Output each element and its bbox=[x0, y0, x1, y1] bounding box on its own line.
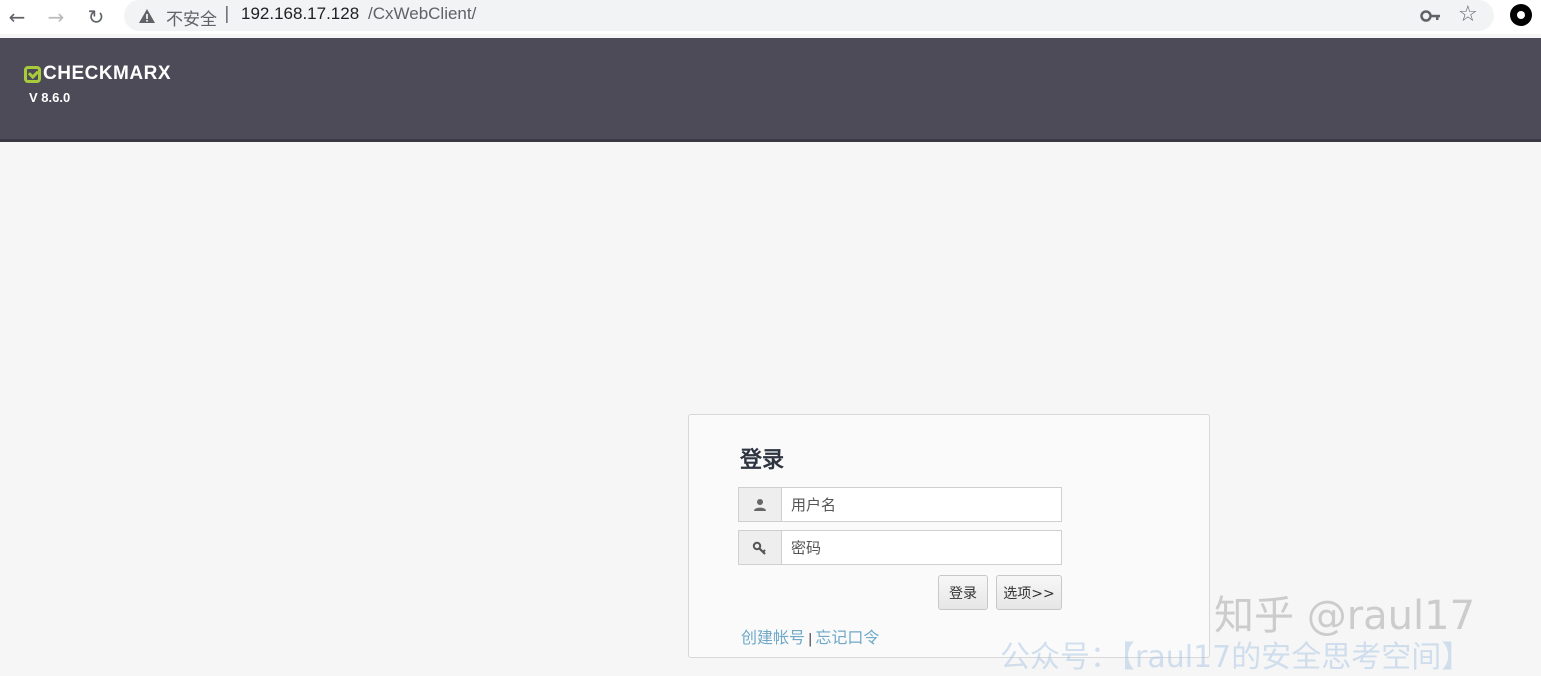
username-field[interactable] bbox=[738, 487, 1062, 522]
security-status-text[interactable]: 不安全 bbox=[166, 5, 217, 30]
key-icon bbox=[739, 531, 782, 564]
back-arrow-icon[interactable]: ← bbox=[3, 3, 31, 31]
login-button[interactable]: 登录 bbox=[938, 575, 988, 610]
login-title: 登录 bbox=[740, 448, 785, 473]
star-icon[interactable]: ☆ bbox=[1458, 2, 1478, 27]
password-input[interactable] bbox=[782, 531, 1061, 564]
reload-icon[interactable]: ↻ bbox=[82, 3, 110, 31]
version-label: V 8.6.0 bbox=[29, 90, 71, 105]
link-separator: | bbox=[808, 632, 813, 647]
checkmark-logo-icon bbox=[24, 65, 41, 83]
wechat-watermark: 公众号：【raul17的安全思考空间】 bbox=[1000, 640, 1472, 675]
forgot-password-link[interactable]: 忘记口令 bbox=[815, 628, 879, 647]
url-path[interactable]: /CxWebClient/ bbox=[368, 4, 476, 24]
username-input[interactable] bbox=[782, 488, 1061, 521]
password-field[interactable] bbox=[738, 530, 1062, 565]
options-button[interactable]: 选项>> bbox=[996, 575, 1062, 610]
url-separator: | bbox=[224, 4, 230, 24]
create-account-link[interactable]: 创建帐号 bbox=[741, 628, 805, 647]
account-links: 创建帐号 | 忘记口令 bbox=[741, 624, 879, 648]
browser-toolbar: ← → ↻ 不安全 | 192.168.17.128 /CxWebClient/… bbox=[0, 0, 1541, 34]
login-panel: 登录 登录 选项>> 创建帐号|忘记口令 bbox=[688, 414, 1210, 658]
address-bar[interactable]: 不安全 | 192.168.17.128 /CxWebClient/ ☆ bbox=[124, 0, 1494, 31]
profile-icon[interactable] bbox=[1510, 4, 1532, 26]
forward-arrow-icon[interactable]: → bbox=[42, 3, 70, 31]
key-icon[interactable] bbox=[1420, 6, 1442, 26]
warning-icon[interactable] bbox=[138, 7, 156, 25]
app-header: CHECKMARX V 8.6.0 bbox=[0, 38, 1541, 142]
user-icon bbox=[739, 488, 782, 521]
checkmarx-logo: CHECKMARX bbox=[24, 63, 171, 85]
url-host[interactable]: 192.168.17.128 bbox=[241, 4, 359, 24]
logo-text: CHECKMARX bbox=[43, 63, 171, 84]
